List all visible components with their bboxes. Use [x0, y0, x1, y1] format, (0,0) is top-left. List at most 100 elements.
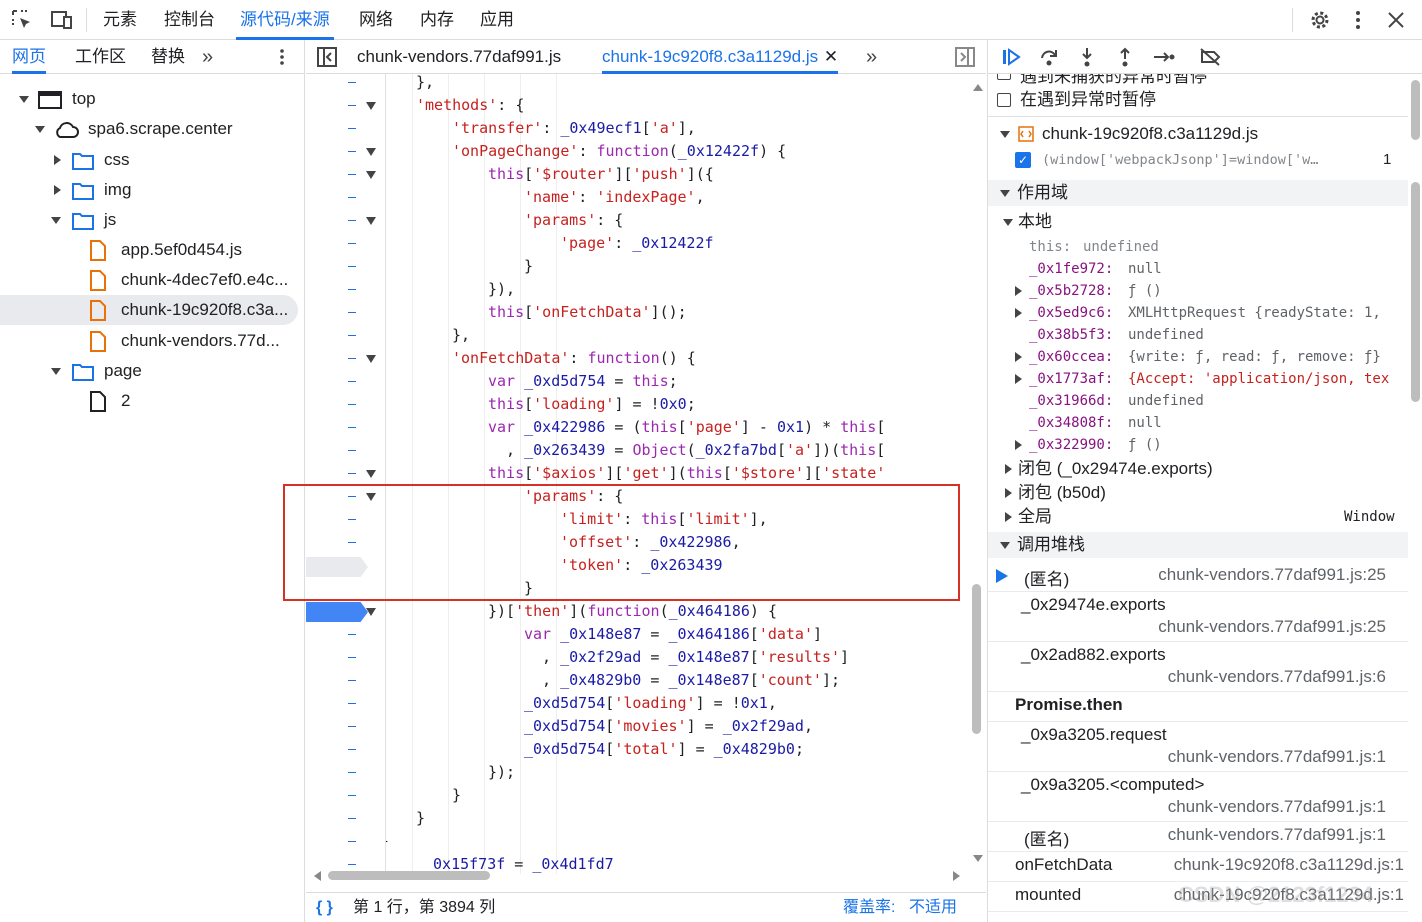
tree-node-file[interactable]: chunk-vendors.77d... [0, 326, 300, 356]
code-line[interactable]: 'params': { [524, 209, 623, 232]
scrollbar-thumb[interactable] [1411, 80, 1420, 140]
tab-console[interactable]: 控制台 [160, 0, 219, 40]
code-line[interactable]: 'page': _0x12422f [560, 232, 714, 255]
scope-var-row[interactable]: _0x1773af: {Accept: 'application/json, te… [988, 368, 1408, 390]
tab-memory[interactable]: 内存 [416, 0, 458, 40]
line-marker[interactable] [348, 703, 356, 704]
line-gutter[interactable] [306, 74, 386, 874]
scope-closure-row[interactable]: 闭包 (_0x29474e.exports) [988, 457, 1408, 481]
line-marker[interactable] [348, 680, 356, 681]
line-marker[interactable] [348, 772, 356, 773]
code-line[interactable]: _0xd5d754['movies'] = _0x2f29ad, [524, 715, 813, 738]
close-tab-icon[interactable]: ✕ [824, 40, 838, 74]
code-line[interactable]: 'name': 'indexPage', [524, 186, 705, 209]
toggle-navigator-icon[interactable] [316, 46, 338, 73]
breakpoint-row[interactable]: ✓ (window['webpackJsonp']=window['w… 1 [988, 148, 1408, 172]
code-line[interactable]: , _0x2f29ad = _0x148e87['results'] [542, 646, 849, 669]
line-marker[interactable] [348, 749, 356, 750]
line-marker[interactable] [348, 450, 356, 451]
breakpoint-enabled-checkbox[interactable]: ✓ [1015, 152, 1031, 168]
callstack-frame[interactable]: _0x2ad882.exports chunk-vendors.77daf991.… [988, 642, 1408, 692]
scope-var-row[interactable]: _0x31966d: undefined [988, 390, 1408, 412]
more-tabs-chevron-icon[interactable]: » [866, 40, 877, 74]
tree-node-top[interactable]: top [0, 84, 300, 114]
tab-application[interactable]: 应用 [476, 0, 518, 40]
tab-sources[interactable]: 源代码/来源 [236, 0, 334, 40]
line-marker[interactable] [348, 82, 356, 83]
code-line[interactable]: 'methods': { [416, 94, 524, 117]
scope-var-row[interactable]: _0x38b5f3: undefined [988, 324, 1408, 346]
breakpoint-marker[interactable] [306, 602, 368, 622]
scroll-right-arrow-icon[interactable] [953, 871, 960, 881]
code-line[interactable]: this['$router']['push']({ [488, 163, 714, 186]
code-line[interactable]: } [524, 255, 533, 278]
resume-icon[interactable] [1000, 46, 1022, 73]
scope-var-row[interactable]: _0x60ccea: {write: ƒ, read: ƒ, remove: ƒ} [988, 346, 1408, 368]
code-line[interactable]: }, [416, 74, 434, 94]
line-marker[interactable] [348, 726, 356, 727]
pause-caught-checkbox[interactable] [997, 93, 1011, 107]
scope-global-row[interactable]: 全局 Window [988, 505, 1408, 529]
scope-local-row[interactable]: 本地 [988, 209, 1408, 235]
line-marker[interactable] [348, 105, 356, 106]
tree-node-page[interactable]: page [0, 356, 300, 386]
scope-var-row[interactable]: _0x5b2728: ƒ () [988, 280, 1408, 302]
line-marker[interactable] [348, 657, 356, 658]
scope-section-header[interactable]: 作用域 [988, 180, 1408, 206]
line-marker[interactable] [348, 128, 356, 129]
code-line[interactable]: 'transfer': _0x49ecf1['a'], [452, 117, 696, 140]
vertical-scrollbar[interactable] [970, 84, 984, 864]
scope-var-row[interactable]: _0x322990: ƒ () [988, 434, 1408, 456]
scrollbar-thumb[interactable] [1411, 182, 1420, 402]
tree-node-file[interactable]: app.5ef0d454.js [0, 235, 300, 265]
scroll-up-arrow-icon[interactable] [973, 84, 983, 91]
line-marker[interactable] [348, 220, 356, 221]
pretty-print-icon[interactable]: { } [316, 893, 333, 922]
callstack-frame-location[interactable]: chunk-vendors.77daf991.js:25 [1158, 565, 1386, 585]
step-over-icon[interactable] [1038, 46, 1060, 73]
pause-uncaught-row[interactable]: 遇到未捕获的异常时暂停 [988, 74, 1408, 88]
code-line[interactable]: , _0x4829b0 = _0x148e87['count']; [542, 669, 840, 692]
line-marker[interactable] [348, 174, 356, 175]
tree-node-file-selected[interactable]: chunk-19c920f8.c3a... [0, 295, 298, 325]
code-line[interactable]: } [416, 807, 425, 830]
tab-elements[interactable]: 元素 [99, 0, 141, 40]
line-marker[interactable] [348, 795, 356, 796]
callstack-section-header[interactable]: 调用堆栈 [988, 532, 1408, 558]
line-marker[interactable] [348, 864, 356, 865]
scrollbar-thumb[interactable] [972, 584, 981, 734]
settings-gear-icon[interactable] [1308, 8, 1332, 32]
scope-var-row[interactable]: this: undefined [988, 236, 1408, 258]
code-line[interactable]: 'onFetchData': function() { [452, 347, 696, 370]
callstack-frame[interactable]: _0x9a3205.request chunk-vendors.77daf991.… [988, 722, 1408, 772]
code-line[interactable]: } [452, 784, 461, 807]
fold-arrow-icon[interactable] [366, 171, 376, 179]
pause-caught-row[interactable]: 在遇到异常时暂停 [988, 88, 1408, 112]
tree-node-file[interactable]: chunk-4dec7ef0.e4c... [0, 265, 300, 295]
close-devtools-icon[interactable] [1384, 8, 1408, 32]
more-options-icon[interactable] [272, 47, 292, 72]
callstack-frame-location[interactable]: chunk-vendors.77daf991.js:1 [1168, 797, 1386, 817]
callstack-frame-location[interactable]: chunk-vendors.77daf991.js:25 [1158, 617, 1386, 637]
deactivate-breakpoints-icon[interactable] [1198, 46, 1222, 73]
fold-arrow-icon[interactable] [366, 102, 376, 110]
editor-tab-active[interactable]: chunk-19c920f8.c3a1129d.js ✕ [602, 40, 839, 74]
callstack-frame[interactable]: _0x29474e.exports chunk-vendors.77daf991.… [988, 592, 1408, 642]
callstack-frame[interactable]: (匿名) chunk-vendors.77daf991.js:1 [988, 822, 1408, 852]
line-marker[interactable] [348, 818, 356, 819]
line-marker[interactable] [348, 404, 356, 405]
tree-node-img[interactable]: img [0, 175, 300, 205]
line-marker[interactable] [348, 266, 356, 267]
code-line[interactable]: , _0x263439 = Object(_0x2fa7bd['a'])(thi… [506, 439, 885, 462]
breakpoint-file-row[interactable]: chunk-19c920f8.c3a1129d.js [988, 121, 1408, 147]
code-line[interactable]: }), [488, 278, 515, 301]
line-marker[interactable] [348, 151, 356, 152]
callstack-frame-location[interactable]: chunk-vendors.77daf991.js:6 [1168, 667, 1386, 687]
inspect-element-icon[interactable] [10, 8, 34, 32]
scrollbar-thumb[interactable] [328, 871, 490, 880]
scroll-down-arrow-icon[interactable] [973, 855, 983, 862]
step-into-icon[interactable] [1076, 46, 1098, 73]
line-marker[interactable] [348, 312, 356, 313]
code-line[interactable]: _0xd5d754['total'] = _0x4829b0; [524, 738, 804, 761]
code-line[interactable]: }); [488, 761, 515, 784]
